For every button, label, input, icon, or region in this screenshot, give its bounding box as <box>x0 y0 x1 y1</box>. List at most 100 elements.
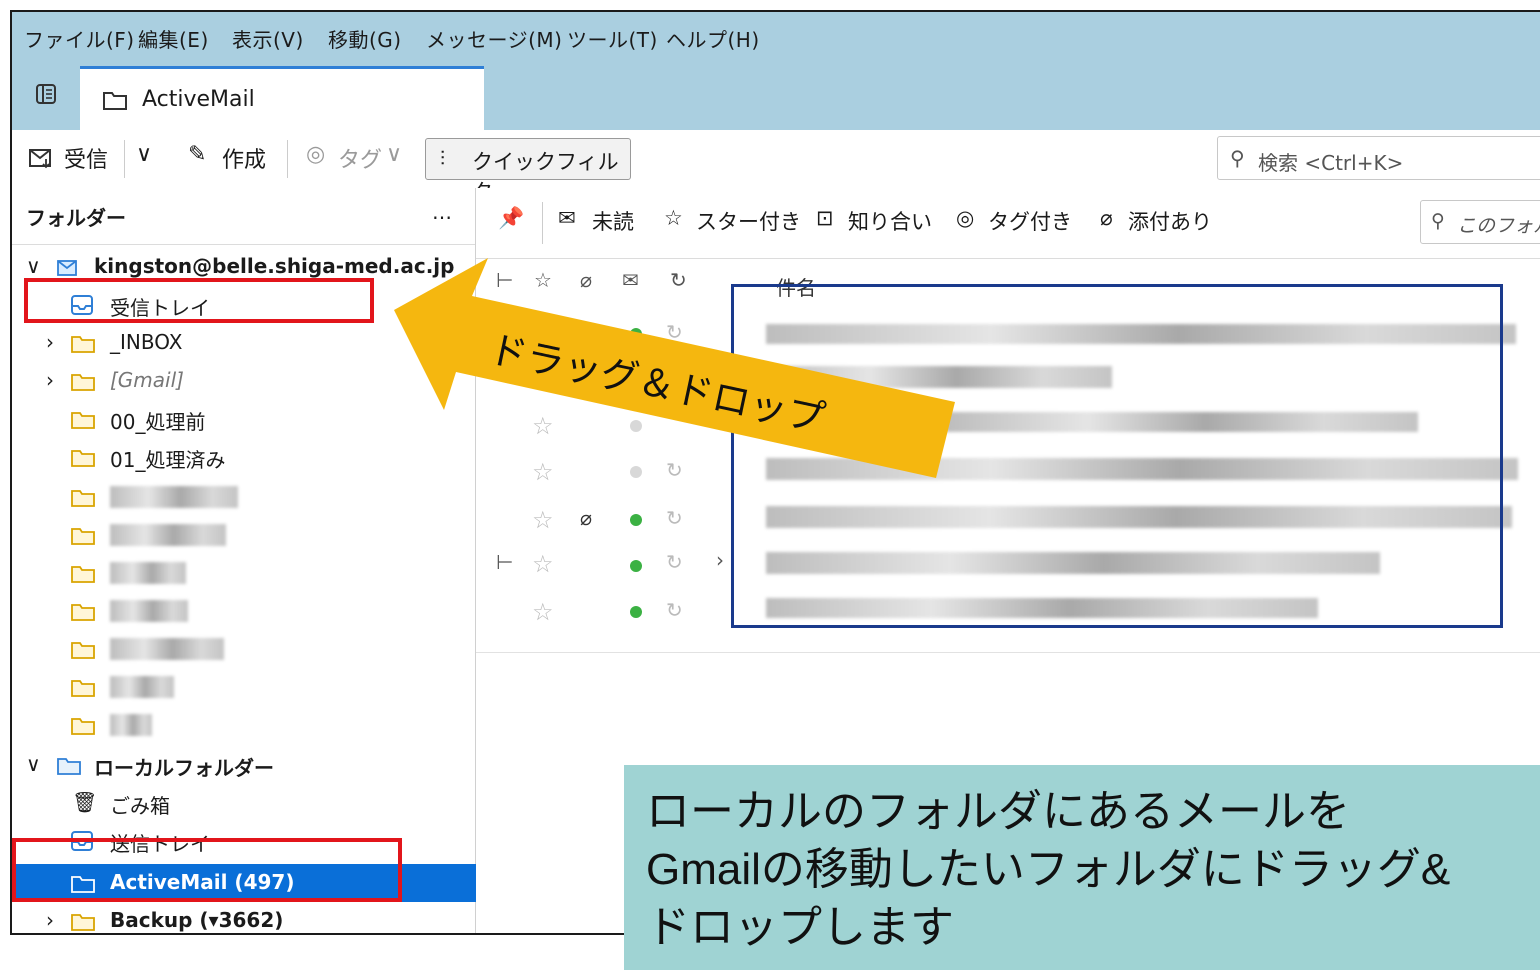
attachment-icon: ⌀ <box>1100 206 1113 230</box>
redacted-text <box>110 562 186 584</box>
tag-icon: ◎ <box>306 142 326 167</box>
folder-icon <box>71 450 95 467</box>
get-messages-button[interactable]: 受信 <box>64 142 108 174</box>
chevron-down-icon[interactable]: ∨ <box>26 254 41 278</box>
spaces-toolbar-icon[interactable] <box>34 82 58 106</box>
menu-help[interactable]: ヘルプ(H) <box>666 24 760 53</box>
star-icon[interactable]: ☆ <box>532 550 554 578</box>
divider <box>287 140 288 178</box>
unread-dot-icon[interactable] <box>630 606 642 618</box>
folder-backup[interactable]: › Backup (▾3662) <box>12 902 476 933</box>
inbox-highlight <box>24 278 374 323</box>
folder-blurred[interactable] <box>12 554 476 592</box>
junk-icon[interactable]: ↻ <box>666 550 683 574</box>
pencil-icon: ✎ <box>188 142 207 167</box>
note-line-1: ローカルのフォルダにあるメールを <box>646 787 1350 836</box>
pin-icon[interactable]: 📌 <box>498 206 524 231</box>
folder-icon <box>71 528 95 545</box>
quick-filter-button[interactable]: ⫶ クイックフィルター <box>425 138 631 204</box>
search-icon: ⚲ <box>1230 146 1245 170</box>
get-messages-icon <box>29 149 51 169</box>
menu-view[interactable]: 表示(V) <box>232 24 304 53</box>
folder-icon <box>71 374 95 391</box>
folder-icon <box>71 604 95 621</box>
unread-dot-icon[interactable] <box>630 560 642 572</box>
starred-filter[interactable]: スター付き <box>696 206 801 236</box>
redacted-text <box>110 638 224 660</box>
folder-filter-input[interactable]: ⚲ このフォル <box>1420 200 1540 244</box>
note-line-2: Gmailの移動したいフォルダにドラッグ& <box>646 845 1451 894</box>
folder-filter-placeholder: このフォル <box>1457 215 1540 237</box>
trash-icon: 🗑 <box>72 790 98 814</box>
tag-icon: ◎ <box>956 206 975 230</box>
folder-blurred[interactable] <box>12 630 476 668</box>
compose-button[interactable]: 作成 <box>222 142 266 174</box>
tag-button[interactable]: タグ <box>338 142 382 174</box>
folder-trash[interactable]: 🗑 ごみ箱 <box>12 784 476 822</box>
star-icon[interactable]: ☆ <box>532 598 554 626</box>
tagged-filter[interactable]: タグ付き <box>988 206 1072 236</box>
chevron-down-icon[interactable]: ∨ <box>26 752 41 776</box>
folder-icon <box>71 718 95 735</box>
activemail-highlight <box>12 838 402 902</box>
search-placeholder: 検索 <Ctrl+K> <box>1258 151 1404 175</box>
instruction-note: ローカルのフォルダにあるメールを Gmailの移動したいフォルダにドラッグ& ド… <box>624 765 1540 970</box>
unread-filter[interactable]: 未読 <box>592 206 634 236</box>
folder-icon <box>71 336 95 353</box>
folder-blurred[interactable] <box>12 592 476 630</box>
get-messages-dropdown-icon[interactable]: ∨ <box>136 142 152 167</box>
folder-icon <box>71 490 95 507</box>
folder-label: [Gmail] <box>110 368 184 392</box>
more-options-icon[interactable]: … <box>432 200 452 224</box>
folder-label: 01_処理済み <box>110 448 226 472</box>
folder-icon <box>71 680 95 697</box>
folder-icon <box>57 758 81 775</box>
divider <box>476 652 1540 653</box>
folder-blurred[interactable] <box>12 668 476 706</box>
contact-icon: ⊡ <box>816 206 834 230</box>
tab-label: ActiveMail <box>142 87 255 112</box>
chevron-right-icon[interactable]: › <box>716 548 724 572</box>
star-icon[interactable]: ☆ <box>532 506 554 534</box>
menu-tools[interactable]: ツール(T) <box>567 24 658 53</box>
junk-icon[interactable]: ↻ <box>666 506 683 530</box>
local-folders-row[interactable]: ∨ ローカルフォルダー <box>12 746 476 784</box>
unread-dot-icon[interactable] <box>630 514 642 526</box>
menu-message[interactable]: メッセージ(M) <box>426 24 562 53</box>
attachment-filter[interactable]: 添付あり <box>1128 206 1212 236</box>
folder-blurred[interactable] <box>12 516 476 554</box>
folder-label: 00_処理前 <box>110 410 206 434</box>
junk-icon[interactable]: ↻ <box>666 598 683 622</box>
menu-edit[interactable]: 編集(E) <box>138 24 209 53</box>
divider <box>124 140 125 178</box>
menu-bar: ファイル(F) 編集(E) 表示(V) 移動(G) メッセージ(M) ツール(T… <box>12 12 1540 62</box>
tab-bar: ActiveMail <box>12 62 1540 132</box>
filter-sliders-icon: ⫶ <box>440 146 445 170</box>
chevron-right-icon[interactable]: › <box>46 368 54 392</box>
redacted-text <box>110 600 188 622</box>
redacted-text <box>110 714 152 736</box>
chevron-right-icon[interactable]: › <box>46 330 54 354</box>
folder-pane-header: フォルダー … <box>12 188 475 245</box>
menu-go[interactable]: 移動(G) <box>328 24 402 53</box>
menu-file[interactable]: ファイル(F) <box>24 24 135 53</box>
folder-label: _INBOX <box>110 330 183 354</box>
unread-icon: ✉ <box>558 206 576 230</box>
folder-icon <box>71 914 95 931</box>
chevron-right-icon[interactable]: › <box>46 908 54 932</box>
search-icon: ⚲ <box>1431 210 1445 232</box>
folder-blurred[interactable] <box>12 706 476 744</box>
main-toolbar: 受信 ∨ ✎ 作成 ◎ タグ ∨ ⫶ クイックフィルター ⚲ 検索 <Ctrl+… <box>12 130 1540 204</box>
folder-label: Backup (▾3662) <box>110 908 284 932</box>
folder-label: ごみ箱 <box>110 794 170 818</box>
folder-pane-title: フォルダー <box>26 206 126 230</box>
tag-dropdown-icon[interactable]: ∨ <box>386 142 402 167</box>
redacted-text <box>110 486 238 508</box>
redacted-text <box>110 524 226 546</box>
local-folders-label: ローカルフォルダー <box>94 756 274 780</box>
note-line-3: ドロップします <box>646 903 954 952</box>
mail-account-icon <box>57 260 77 276</box>
contacts-filter[interactable]: 知り合い <box>848 206 932 236</box>
search-input[interactable]: ⚲ 検索 <Ctrl+K> <box>1217 136 1540 180</box>
tab-activemail[interactable]: ActiveMail <box>80 66 484 132</box>
